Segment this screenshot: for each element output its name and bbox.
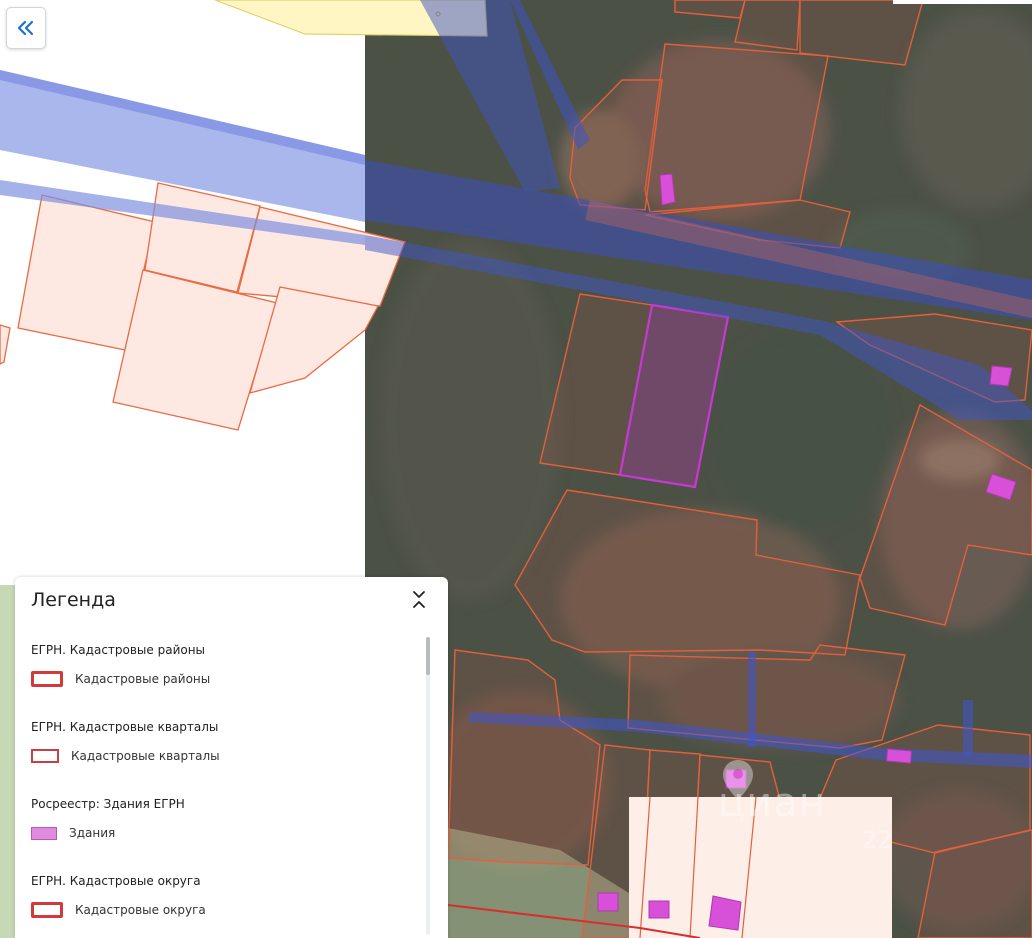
legend-group-title: ЕГРН. Кадастровые округа — [31, 874, 201, 888]
watermark-number: 22 — [862, 826, 893, 854]
scrollbar-thumb[interactable] — [426, 637, 430, 675]
legend-item[interactable]: Здания — [31, 823, 115, 843]
legend-item-label: Кадастровые округа — [75, 903, 206, 917]
legend-toggle-button[interactable] — [408, 587, 430, 613]
legend-item-label: Кадастровые кварталы — [71, 749, 220, 763]
legend-group-title: ЕГРН. Кадастровые районы — [31, 643, 206, 657]
legend-title: Легенда — [31, 589, 116, 611]
collapse-expand-icon — [413, 591, 425, 608]
legend-group-buildings: Росреестр: Здания ЕГРН Здания — [31, 793, 411, 870]
swatch-buildings — [31, 826, 57, 840]
double-chevron-left-icon — [17, 20, 34, 36]
legend-item[interactable]: Кадастровые округа — [31, 900, 206, 920]
collapse-panel-button[interactable] — [6, 7, 46, 49]
legend-group-quarters: ЕГРН. Кадастровые кварталы Кадастровые к… — [31, 716, 411, 793]
legend-group-title: ЕГРН. Кадастровые кварталы — [31, 720, 219, 734]
top-right-patch — [893, 0, 1032, 4]
legend-scrollbar[interactable] — [426, 637, 430, 935]
legend-group-okrugs: ЕГРН. Кадастровые округа Кадастровые окр… — [31, 870, 411, 938]
green-zone-left — [0, 585, 15, 938]
legend-item[interactable]: Кадастровые кварталы — [31, 746, 220, 766]
watermark-text: циан — [718, 780, 826, 826]
legend-group-title: Росреестр: Здания ЕГРН — [31, 797, 185, 811]
legend-panel: Легенда ЕГРН. Кадастровые районы Кадастр… — [15, 577, 448, 938]
legend-item-label: Кадастровые районы — [75, 672, 211, 686]
swatch-okrugs — [31, 902, 63, 918]
legend-item-label: Здания — [69, 826, 116, 840]
legend-item[interactable]: Кадастровые районы — [31, 669, 210, 689]
legend-list: ЕГРН. Кадастровые районы Кадастровые рай… — [31, 639, 411, 938]
legend-group-districts: ЕГРН. Кадастровые районы Кадастровые рай… — [31, 639, 411, 716]
swatch-districts — [31, 671, 63, 687]
swatch-quarters — [31, 749, 59, 763]
